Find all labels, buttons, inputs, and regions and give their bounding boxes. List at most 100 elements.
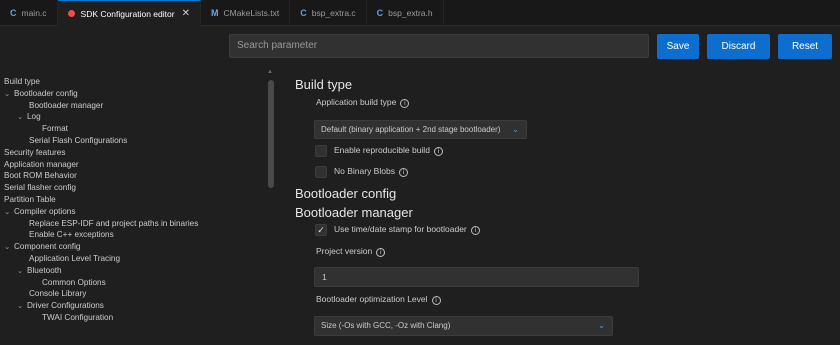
tree-item-label: Serial flasher config [4, 183, 76, 193]
tab-main-c[interactable]: C main.c [0, 0, 58, 26]
tree-item-label: Partition Table [4, 194, 56, 204]
tab-label: bsp_extra.c [311, 8, 356, 18]
tab-sdk-configuration-editor[interactable]: SDK Configuration editor ✕ [57, 0, 201, 26]
tree-item[interactable]: ⌄ Compiler options [0, 206, 228, 218]
bootloader-config-heading: Bootloader config [295, 186, 397, 201]
c-file-icon: C [10, 8, 17, 18]
tab-bsp-extra-h[interactable]: C bsp_extra.h [367, 0, 444, 26]
optimization-level-label: Bootloader optimization Level i [316, 294, 441, 305]
tree-item[interactable]: Console Library [0, 288, 228, 300]
tree-item[interactable]: Partition Table [0, 194, 228, 206]
chevron-down-icon[interactable]: ⌄ [17, 300, 27, 312]
save-button[interactable]: Save [657, 34, 699, 59]
chevron-down-icon: ⌄ [512, 125, 519, 134]
checkmark-icon: ✓ [317, 225, 325, 235]
tree-item-label: Build type [4, 77, 40, 86]
tree-item[interactable]: Serial flasher config [0, 182, 228, 194]
build-type-heading: Build type [295, 77, 353, 92]
tree-item-label: Application manager [4, 159, 79, 169]
tree-item-label: Replace ESP-IDF and project paths in bin… [29, 218, 199, 228]
tree-scrollbar[interactable] [268, 80, 274, 188]
tree-item[interactable]: Format [0, 123, 228, 135]
tree-item[interactable]: Boot ROM Behavior [0, 170, 228, 182]
chevron-down-icon[interactable]: ⌄ [4, 206, 14, 218]
tree-item-label: TWAI Configuration [42, 312, 114, 322]
reproducible-build-checkbox[interactable] [315, 145, 327, 157]
tab-label: main.c [21, 8, 47, 18]
tab-cmakelists[interactable]: M CMakeLists.txt [201, 0, 291, 26]
info-icon[interactable]: i [431, 296, 441, 305]
optimization-level-label-text: Bootloader optimization Level [316, 294, 428, 304]
cmake-file-icon: M [210, 8, 219, 18]
tree-item[interactable]: ⌄ Bootloader config [0, 88, 228, 100]
info-icon[interactable]: i [400, 99, 410, 108]
c-file-icon: C [376, 8, 384, 18]
app-build-type-label-text: Application build type [316, 97, 397, 107]
tree-item[interactable]: TWAI Configuration [0, 312, 228, 324]
reset-button[interactable]: Reset [778, 34, 832, 59]
tree-item[interactable]: Application manager [0, 159, 228, 171]
scroll-up-arrow-icon[interactable]: ▲ [267, 69, 275, 75]
chevron-down-icon: ⌄ [598, 321, 605, 330]
tree-item-label: Compiler options [14, 206, 76, 216]
tab-label: SDK Configuration editor [80, 8, 175, 19]
tree-item[interactable]: ⌄ Driver Configurations [0, 300, 228, 312]
tree-item-label: Bootloader manager [29, 100, 104, 110]
tree-item[interactable]: Bootloader manager [0, 100, 228, 112]
tree-item-label: Bluetooth [27, 265, 62, 275]
modified-dot-icon [67, 10, 75, 17]
tree-item[interactable]: Security features [0, 147, 228, 159]
app-build-type-value: Default (binary application + 2nd stage … [321, 125, 501, 134]
info-icon[interactable]: i [470, 226, 480, 235]
tree-item[interactable]: Common Options [0, 277, 228, 289]
project-version-label: Project version i [316, 246, 386, 257]
tree-item[interactable]: ⌄ Bluetooth [0, 265, 228, 277]
tree-item-label: Enable C++ exceptions [29, 230, 114, 240]
chevron-down-icon[interactable]: ⌄ [17, 111, 27, 123]
info-icon[interactable]: i [376, 248, 386, 257]
search-input[interactable]: Search parameter [229, 34, 649, 58]
tree-item-label: Serial Flash Configurations [29, 135, 128, 145]
project-version-input[interactable]: 1 [314, 267, 639, 287]
tree-item[interactable]: Application Level Tracing [0, 253, 228, 265]
app-build-type-select[interactable]: Default (binary application + 2nd stage … [314, 120, 527, 139]
info-icon[interactable]: i [398, 168, 408, 177]
close-icon[interactable]: ✕ [182, 8, 190, 19]
timestamp-label: Use time/date stamp for bootloader i [334, 224, 480, 235]
tab-label: CMakeLists.txt [223, 8, 280, 18]
app-build-type-label: Application build type i [316, 97, 410, 108]
c-file-icon: C [300, 8, 307, 18]
discard-button[interactable]: Discard [707, 34, 770, 59]
bootloader-manager-heading: Bootloader manager [295, 205, 413, 220]
tab-label: bsp_extra.h [388, 8, 433, 18]
tree-item-label: Application Level Tracing [29, 253, 121, 263]
no-binary-blobs-checkbox[interactable] [315, 166, 327, 178]
tree-item-label: Boot ROM Behavior [4, 171, 77, 181]
tree-item-label: Component config [14, 242, 81, 252]
reproducible-build-label: Enable reproducible build i [334, 145, 443, 156]
tree-item[interactable]: ⌄ Component config [0, 241, 228, 253]
tree-item-label: Bootloader config [14, 88, 78, 98]
tree-item-label: Security features [4, 147, 66, 157]
tree-item[interactable]: Build type [0, 76, 228, 88]
info-icon[interactable]: i [433, 147, 443, 156]
reproducible-build-label-text: Enable reproducible build [334, 145, 430, 155]
chevron-down-icon[interactable]: ⌄ [17, 265, 27, 277]
editor-tab-bar: C main.c SDK Configuration editor ✕ M CM… [0, 0, 840, 26]
chevron-down-icon[interactable]: ⌄ [4, 88, 14, 100]
timestamp-label-text: Use time/date stamp for bootloader [334, 224, 467, 234]
tree-item[interactable]: Enable C++ exceptions [0, 229, 228, 241]
chevron-down-icon[interactable]: ⌄ [4, 241, 14, 253]
tree-item-label: Log [27, 112, 41, 122]
tree-item-label: Format [42, 124, 68, 134]
no-binary-blobs-label-text: No Binary Blobs [334, 166, 395, 176]
tree-item[interactable]: ⌄ Log [0, 111, 228, 123]
tree-item-label: Common Options [42, 277, 106, 287]
tree-item-label: Driver Configurations [27, 301, 104, 311]
tree-item[interactable]: Replace ESP-IDF and project paths in bin… [0, 218, 228, 230]
optimization-level-select[interactable]: Size (-Os with GCC, -Oz with Clang) ⌄ [314, 316, 613, 336]
tree-item[interactable]: Serial Flash Configurations [0, 135, 228, 147]
timestamp-checkbox[interactable]: ✓ [315, 224, 327, 236]
project-version-label-text: Project version [316, 246, 373, 256]
tab-bsp-extra-c[interactable]: C bsp_extra.c [290, 0, 367, 26]
